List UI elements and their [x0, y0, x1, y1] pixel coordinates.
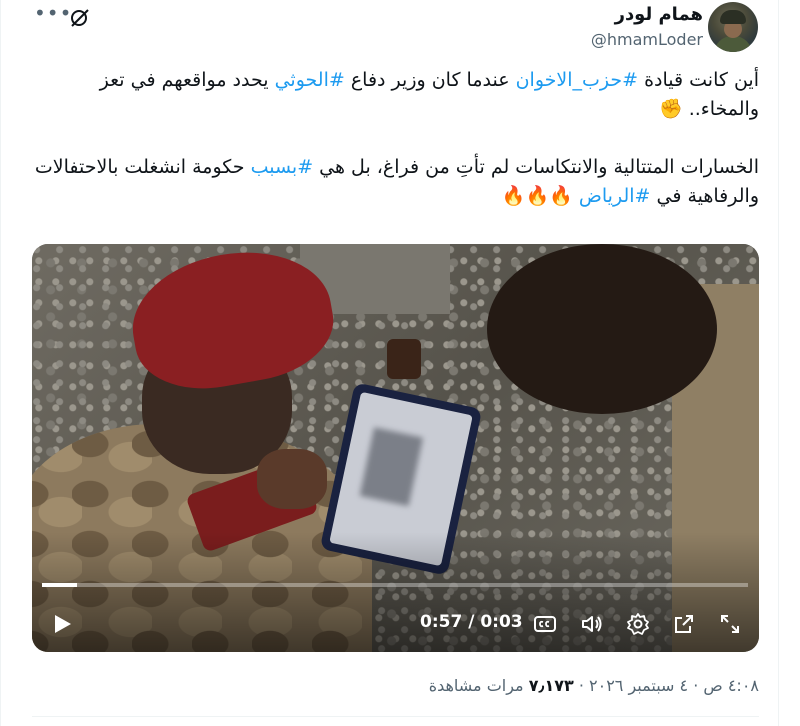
- frame-right-border: [778, 0, 779, 726]
- video-progress-fill: [42, 583, 78, 587]
- author-handle[interactable]: @hmamLoder: [591, 30, 703, 49]
- hashtag-link[interactable]: #بسبب: [251, 156, 314, 178]
- views-label: مرات مشاهدة: [428, 676, 529, 695]
- tweet-meta: ٤:٠٨ ص · ٤ سبتمبر ٢٠٢٦ · ٧٫١٧٣ مرات مشاه…: [428, 676, 759, 695]
- fullscreen-icon[interactable]: [718, 612, 742, 636]
- frame-left-border: [0, 0, 1, 726]
- tweet-date[interactable]: ٤ سبتمبر ٢٠٢٦: [589, 676, 688, 695]
- more-icon[interactable]: •••: [34, 3, 71, 26]
- video-player[interactable]: 0:57 / 0:03: [32, 244, 759, 652]
- tweet-time[interactable]: ٤:٠٨ ص: [703, 676, 759, 695]
- captions-icon[interactable]: [533, 612, 557, 636]
- play-icon[interactable]: [50, 612, 74, 636]
- author-name[interactable]: همام لودر: [615, 4, 703, 25]
- hashtag-link[interactable]: #الحوثي: [275, 69, 345, 91]
- volume-icon[interactable]: [580, 612, 604, 636]
- video-time: 0:57 / 0:03: [420, 612, 523, 632]
- grok-icon[interactable]: [68, 6, 92, 30]
- divider: [32, 716, 759, 717]
- tweet-text: أين كانت قيادة #حزب_الاخوان عندما كان وز…: [29, 66, 759, 211]
- tweet-paragraph-2: الخسارات المتتالية والانتكاسات لم تأتِ م…: [34, 156, 759, 207]
- video-progress-bar[interactable]: [42, 583, 748, 587]
- tweet-paragraph-1: أين كانت قيادة #حزب_الاخوان عندما كان وز…: [99, 69, 759, 120]
- views-count: ٧٫١٧٣: [528, 676, 574, 695]
- hashtag-link[interactable]: #الرياض: [579, 185, 651, 207]
- avatar[interactable]: [708, 2, 758, 52]
- hashtag-link[interactable]: #حزب_الاخوان: [516, 69, 638, 91]
- settings-icon[interactable]: [626, 612, 650, 636]
- popout-icon[interactable]: [672, 612, 696, 636]
